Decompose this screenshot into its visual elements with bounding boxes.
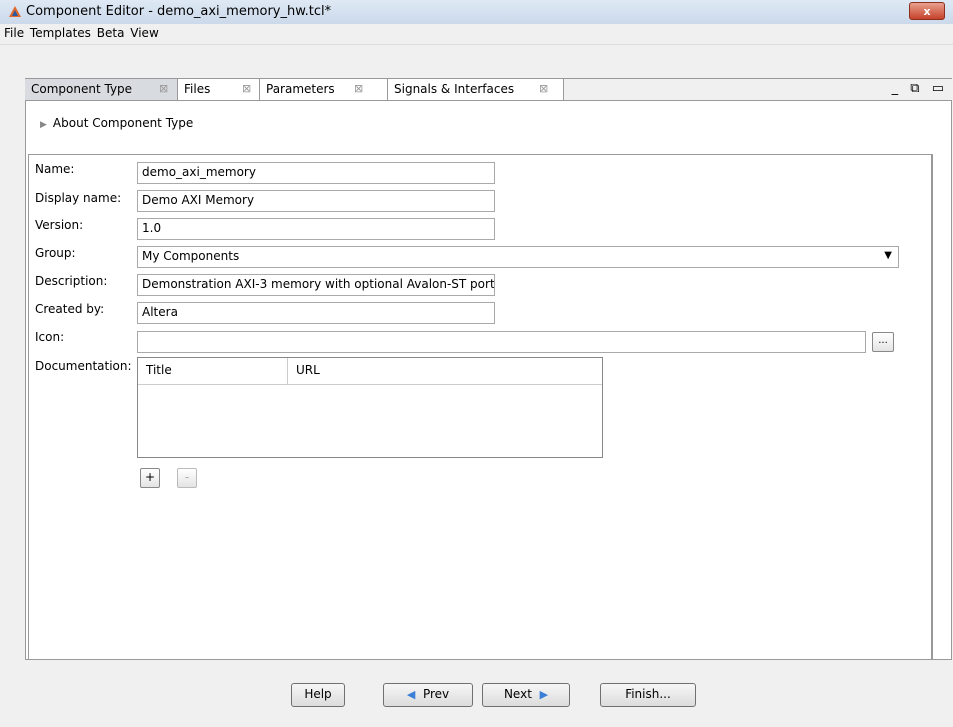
- remove-documentation-button[interactable]: -: [177, 468, 197, 488]
- window-title: Component Editor - demo_axi_memory_hw.tc…: [26, 4, 332, 19]
- add-documentation-button[interactable]: +: [140, 468, 160, 488]
- group-label: Group:: [35, 246, 76, 260]
- icon-label: Icon:: [35, 330, 65, 344]
- tab-close-icon[interactable]: ⊠: [354, 82, 363, 95]
- version-field[interactable]: 1.0: [137, 218, 495, 240]
- tab-close-icon[interactable]: ⊠: [242, 82, 251, 95]
- expand-arrow-icon: ▶: [40, 120, 47, 130]
- tab-close-icon[interactable]: ⊠: [159, 82, 168, 95]
- arrow-right-icon: ▶: [539, 688, 549, 701]
- tab-close-icon[interactable]: ⊠: [539, 82, 548, 95]
- title-bar: Component Editor - demo_axi_memory_hw.tc…: [0, 0, 953, 25]
- tab-label: Signals & Interfaces: [394, 82, 515, 96]
- name-field[interactable]: demo_axi_memory: [137, 162, 495, 184]
- created-by-label: Created by:: [35, 302, 105, 316]
- name-label: Name:: [35, 162, 75, 176]
- arrow-left-icon: ◀: [406, 688, 416, 701]
- component-form: Name: demo_axi_memory Display name: Demo…: [28, 154, 933, 660]
- group-dropdown[interactable]: My Components ▼: [137, 246, 899, 268]
- next-button[interactable]: Next ▶: [482, 683, 570, 707]
- tab-label: Parameters: [266, 82, 335, 96]
- finish-button[interactable]: Finish...: [600, 683, 696, 707]
- tab-parameters[interactable]: Parameters ⊠: [260, 79, 388, 101]
- tab-signals-interfaces[interactable]: Signals & Interfaces ⊠: [388, 79, 564, 101]
- component-type-panel: ▶ About Component Type Name: demo_axi_mem…: [25, 100, 952, 660]
- prev-button[interactable]: ◀ Prev: [383, 683, 473, 707]
- display-name-field[interactable]: Demo AXI Memory: [137, 190, 495, 212]
- tab-label: Files: [184, 82, 211, 96]
- table-header: Title URL: [138, 358, 602, 385]
- about-label: About Component Type: [52, 116, 194, 130]
- tab-label: Component Type: [31, 82, 133, 96]
- documentation-label: Documentation:: [35, 359, 132, 373]
- description-field[interactable]: Demonstration AXI-3 memory with optional…: [137, 274, 495, 296]
- app-icon: [9, 6, 21, 17]
- help-button[interactable]: Help: [291, 683, 345, 707]
- documentation-table[interactable]: Title URL: [137, 357, 603, 458]
- next-label: Next: [503, 687, 532, 701]
- description-label: Description:: [35, 274, 108, 288]
- icon-field[interactable]: [137, 331, 866, 353]
- menu-view[interactable]: View: [130, 24, 158, 40]
- pane-controls[interactable]: _ ⧉ ▭: [892, 81, 948, 96]
- tab-component-type[interactable]: Component Type ⊠: [25, 79, 178, 101]
- display-name-label: Display name:: [35, 191, 122, 205]
- column-url[interactable]: URL: [288, 358, 602, 384]
- footer: Help ◀ Prev Next ▶ Finish...: [0, 661, 953, 727]
- version-label: Version:: [35, 218, 84, 232]
- prev-label: Prev: [422, 687, 450, 701]
- browse-icon-button[interactable]: ...: [872, 332, 894, 352]
- menu-file[interactable]: File: [4, 24, 24, 40]
- about-component-type[interactable]: ▶ About Component Type: [40, 116, 193, 130]
- menu-beta[interactable]: Beta: [97, 24, 125, 40]
- created-by-field[interactable]: Altera: [137, 302, 495, 324]
- menu-templates[interactable]: Templates: [30, 24, 91, 40]
- menu-bar: File Templates Beta View: [0, 24, 953, 45]
- column-title[interactable]: Title: [138, 358, 288, 384]
- tab-files[interactable]: Files ⊠: [178, 79, 260, 101]
- group-value: My Components: [142, 249, 240, 263]
- chevron-down-icon[interactable]: ▼: [884, 250, 892, 261]
- close-window-button[interactable]: x: [909, 2, 945, 20]
